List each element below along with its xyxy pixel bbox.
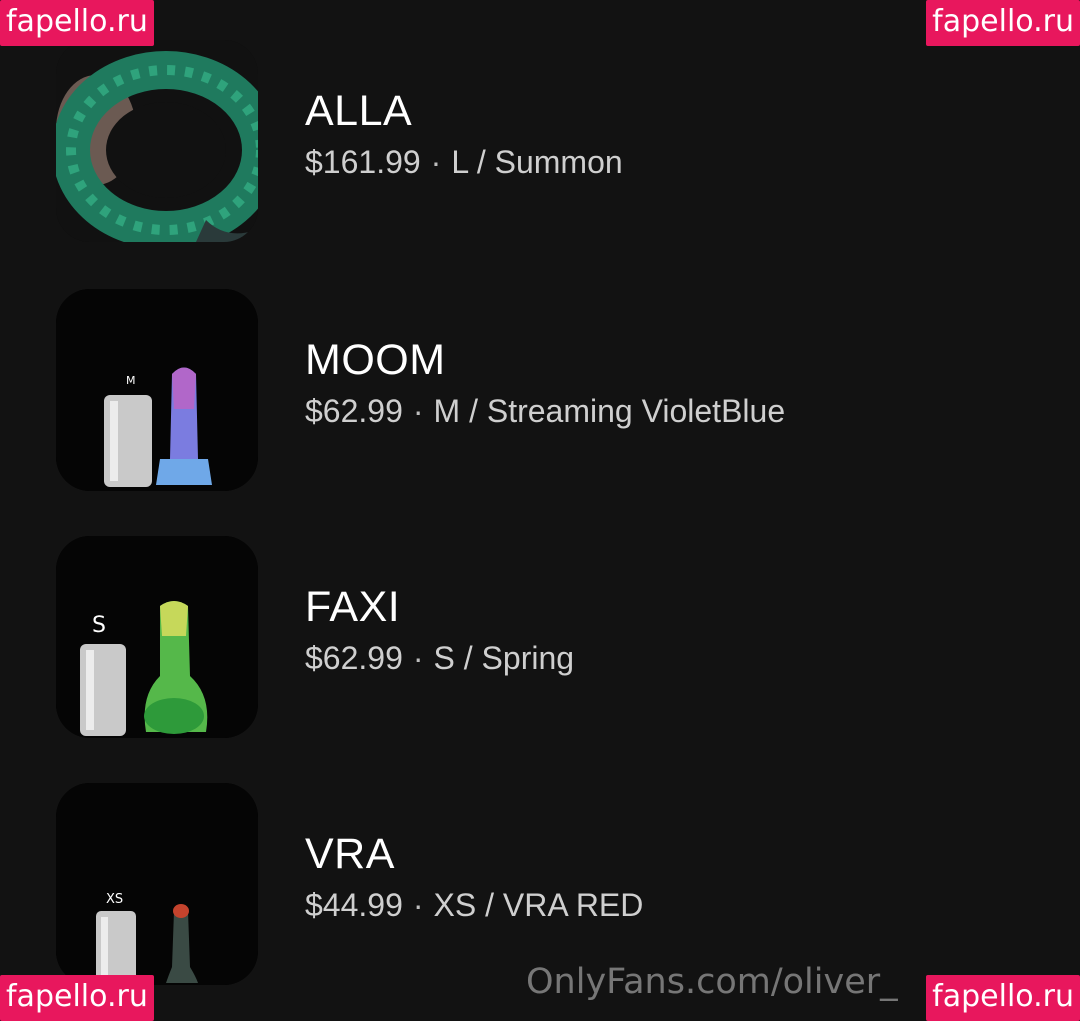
product-with-can-icon: XS [56,783,258,985]
product-price: $62.99 [305,393,403,429]
size-label: S [92,613,106,638]
product-image-vra: XS [56,783,258,985]
separator: · [430,144,442,180]
product-meta: $62.99 · S / Spring [305,638,574,678]
separator: · [412,393,424,429]
watermark-top-right: fapello.ru [926,0,1080,46]
product-item-moom[interactable]: M MOOM $62.99 · M / Streaming VioletBlue [56,289,1056,491]
product-item-faxi[interactable]: S FAXI $62.99 · S / Spring [56,536,1056,738]
separator: · [412,887,424,923]
order-summary-screen: ALLA $161.99 · L / Summon M MOOM $62.99 · M … [0,0,1080,1021]
product-image-alla [56,40,258,242]
product-image-faxi: S [56,536,258,738]
product-variant: L / Summon [451,144,623,180]
size-label: M [126,374,136,387]
watermark-bottom-right: fapello.ru [926,975,1080,1021]
product-image-moom: M [56,289,258,491]
size-label: XS [106,892,123,907]
product-meta: $44.99 · XS / VRA RED [305,885,643,925]
tentacle-ring-icon [56,40,258,242]
separator: · [412,640,424,676]
product-price: $44.99 [305,887,403,923]
product-with-can-icon: M [56,289,258,491]
onlyfans-credit-text: OnlyFans.com/oliver_ [526,962,898,1002]
product-name: ALLA [305,87,413,135]
product-info-faxi: FAXI $62.99 · S / Spring [305,582,574,678]
product-price: $161.99 [305,144,421,180]
product-variant: M / Streaming VioletBlue [433,393,786,429]
watermark-bottom-left: fapello.ru [0,975,154,1021]
product-with-can-icon: S [56,536,258,738]
product-meta: $161.99 · L / Summon [305,142,623,182]
product-item-vra[interactable]: XS VRA $44.99 · XS / VRA RED [56,783,1056,985]
product-info-alla: ALLA $161.99 · L / Summon [305,86,623,182]
product-variant: XS / VRA RED [433,887,644,923]
product-item-alla[interactable]: ALLA $161.99 · L / Summon [56,40,1056,242]
watermark-top-left: fapello.ru [0,0,154,46]
product-meta: $62.99 · M / Streaming VioletBlue [305,391,785,431]
product-name: VRA [305,830,395,878]
product-info-vra: VRA $44.99 · XS / VRA RED [305,829,643,925]
product-price: $62.99 [305,640,403,676]
product-name: FAXI [305,583,401,631]
product-info-moom: MOOM $62.99 · M / Streaming VioletBlue [305,335,785,431]
product-name: MOOM [305,336,446,384]
product-variant: S / Spring [433,640,575,676]
